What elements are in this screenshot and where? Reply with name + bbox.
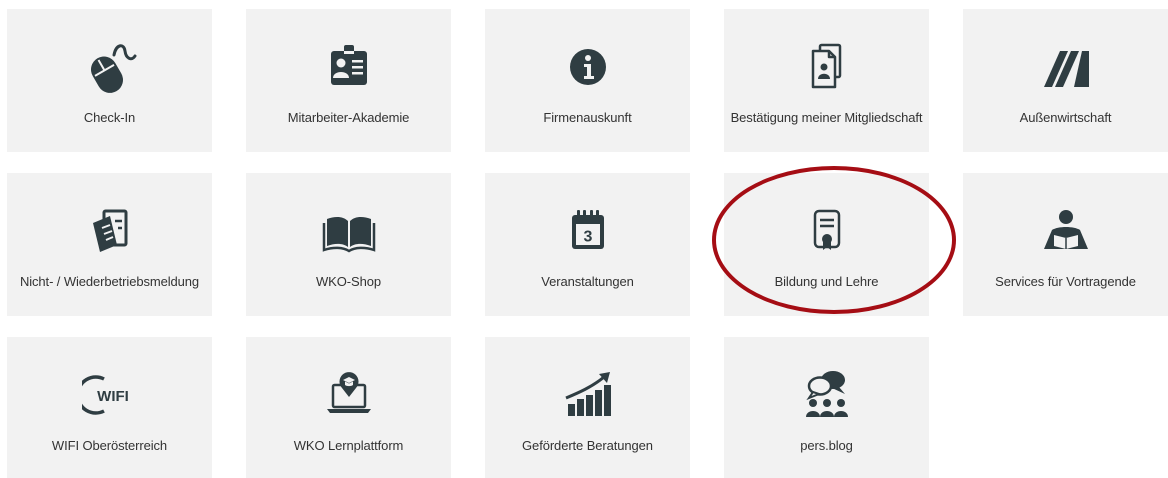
tile-label: Veranstaltungen — [541, 274, 634, 289]
tile-label: WIFI Oberösterreich — [51, 438, 168, 453]
id-badge-icon — [321, 39, 377, 95]
mouse-icon — [82, 39, 138, 95]
tile-wifi-oberoesterreich[interactable]: WIFI WIFI Oberösterreich — [7, 337, 212, 478]
form-documents-icon — [82, 203, 138, 259]
tile-firmenauskunft[interactable]: Firmenauskunft — [485, 9, 690, 152]
tile-label: Bildung und Lehre — [774, 274, 879, 289]
tile-wko-lernplattform[interactable]: WKO Lernplattform — [246, 337, 451, 478]
wifi-logo-icon: WIFI — [81, 367, 138, 423]
wifi-logo-text: WIFI — [97, 388, 129, 405]
tile-label: WKO Lernplattform — [293, 438, 404, 453]
calendar-icon: 3 — [560, 203, 616, 259]
tile-label: Bestätigung meiner Mitgliedschaft — [730, 110, 923, 125]
tile-label: Check-In — [83, 110, 136, 125]
certificate-icon — [799, 203, 855, 259]
tile-aussenwirtschaft[interactable]: Außenwirtschaft — [963, 9, 1168, 152]
tile-bestaetigung-mitgliedschaft[interactable]: Bestätigung meiner Mitgliedschaft — [724, 9, 929, 152]
documents-icon — [799, 39, 855, 95]
info-icon — [560, 39, 616, 95]
reader-icon — [1038, 203, 1094, 259]
tile-bildung-und-lehre[interactable]: Bildung und Lehre — [724, 173, 929, 316]
tile-services-fuer-vortragende[interactable]: Services für Vortragende — [963, 173, 1168, 316]
stripes-logo-icon — [1038, 39, 1094, 95]
tile-label: pers.blog — [800, 438, 853, 453]
tile-label: Mitarbeiter-Akademie — [287, 110, 410, 125]
svg-text:3: 3 — [583, 229, 592, 246]
tile-nicht-wiederbetriebsmeldung[interactable]: Nicht- / Wiederbetriebsmeldung — [7, 173, 212, 316]
growth-chart-icon — [560, 367, 616, 423]
tile-label: Außenwirtschaft — [1019, 110, 1112, 125]
tile-label: Geförderte Beratungen — [522, 438, 653, 453]
tile-pers-blog[interactable]: pers.blog — [724, 337, 929, 478]
open-book-icon — [321, 203, 377, 259]
tile-label: Nicht- / Wiederbetriebsmeldung — [19, 274, 200, 289]
tile-mitarbeiter-akademie[interactable]: Mitarbeiter-Akademie — [246, 9, 451, 152]
laptop-graduation-icon — [321, 367, 377, 423]
tile-veranstaltungen[interactable]: 3 Veranstaltungen — [485, 173, 690, 316]
tile-label: Firmenauskunft — [543, 110, 632, 125]
tile-label: WKO-Shop — [316, 274, 381, 289]
tile-check-in[interactable]: Check-In — [7, 9, 212, 152]
tile-wko-shop[interactable]: WKO-Shop — [246, 173, 451, 316]
chat-people-icon — [799, 367, 855, 423]
tile-gefoerderte-beratungen[interactable]: Geförderte Beratungen — [485, 337, 690, 478]
tile-label: Services für Vortragende — [995, 274, 1136, 289]
